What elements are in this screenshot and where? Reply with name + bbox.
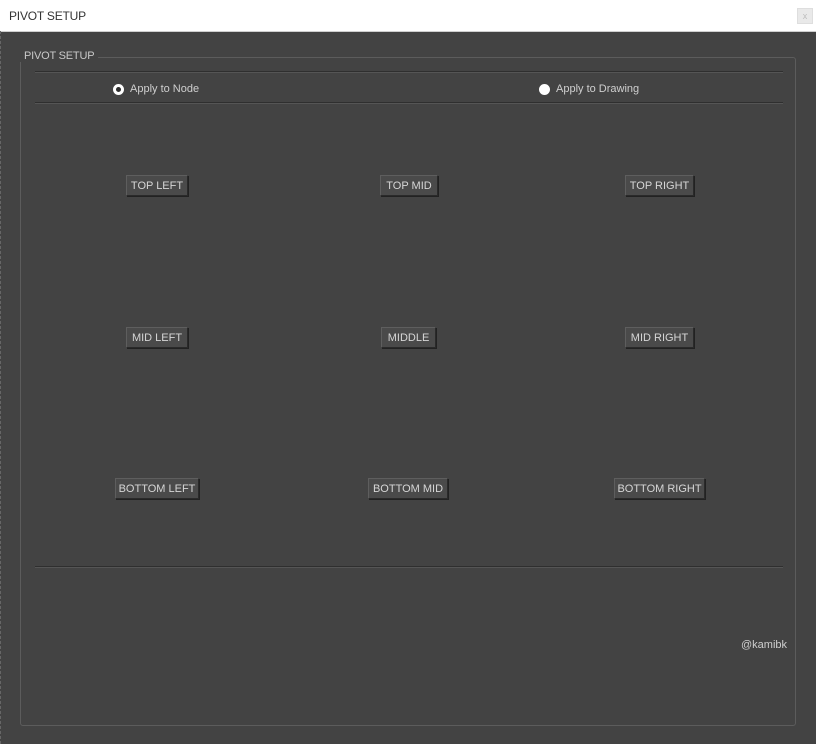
credit-text: @kamibk <box>741 639 788 651</box>
pivot-setup-group <box>20 57 796 726</box>
close-button[interactable]: x <box>797 8 813 24</box>
close-icon: x <box>802 11 808 21</box>
radio-label-apply-to-drawing: Apply to Drawing <box>556 83 640 95</box>
window-titlebar[interactable]: PIVOT SETUP x <box>0 0 816 32</box>
divider-top <box>35 71 783 73</box>
top-right-button[interactable]: TOP RIGHT <box>625 175 694 196</box>
radio-apply-to-drawing[interactable]: Apply to Drawing <box>539 83 639 95</box>
radio-label-apply-to-node: Apply to Node <box>130 83 200 95</box>
bottom-left-button[interactable]: BOTTOM LEFT <box>115 478 199 499</box>
bottom-mid-button[interactable]: BOTTOM MID <box>368 478 448 499</box>
group-title: PIVOT SETUP <box>20 50 99 62</box>
divider-bottom <box>35 566 783 568</box>
radio-checked-icon[interactable] <box>113 83 124 95</box>
divider-options <box>35 102 783 104</box>
top-left-button[interactable]: TOP LEFT <box>126 175 188 196</box>
window-left-edge <box>0 31 2 744</box>
radio-unchecked-icon[interactable] <box>539 83 550 95</box>
middle-button[interactable]: MIDDLE <box>381 327 436 348</box>
radio-apply-to-node[interactable]: Apply to Node <box>113 83 199 95</box>
mid-left-button[interactable]: MID LEFT <box>126 327 188 348</box>
top-mid-button[interactable]: TOP MID <box>380 175 438 196</box>
window-title: PIVOT SETUP <box>9 9 86 23</box>
mid-right-button[interactable]: MID RIGHT <box>625 327 694 348</box>
bottom-right-button[interactable]: BOTTOM RIGHT <box>614 478 705 499</box>
